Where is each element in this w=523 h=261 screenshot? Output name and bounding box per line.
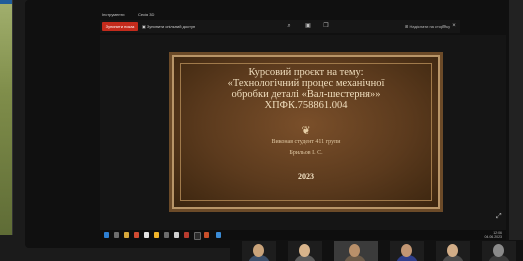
search-icon[interactable]: ⌕ (285, 22, 293, 31)
slide-author-name: Брильов І. С. (289, 150, 323, 156)
avatar (253, 244, 264, 257)
title-item-session[interactable]: Сесія 3D (138, 12, 154, 17)
slide-year: 2023 (298, 172, 314, 181)
right-side-panel (509, 0, 523, 248)
app-icon[interactable] (184, 232, 189, 238)
left-window-edge (0, 0, 13, 235)
copy-icon[interactable]: ❐ (322, 22, 330, 31)
slide-title-line: Курсовий проєкт на тему: (248, 67, 364, 78)
participant-tile[interactable] (482, 241, 516, 261)
app-icon[interactable] (134, 232, 139, 238)
slide-title-line: «Технологічний процес механічної (227, 78, 385, 89)
close-icon[interactable]: × (450, 22, 458, 31)
shared-taskbar: 12:06 04.06.2023 (100, 230, 506, 240)
left-window-titlebar (0, 0, 12, 4)
slide-title: Курсовий проєкт на тему: «Технологічний … (174, 67, 438, 111)
powerpoint-icon[interactable] (204, 232, 209, 238)
share-mode-label: Зупинити спільний доступ (146, 24, 196, 29)
ornament-icon: ❦ (301, 125, 311, 137)
share-toolbar: Зупинити показ ▣ Зупинити спільний досту… (100, 20, 460, 33)
avatar (447, 244, 458, 257)
search-taskbar-icon[interactable] (114, 232, 119, 238)
slide-author-group: Виконав студент 411 групи (271, 139, 341, 145)
minimize-icon[interactable]: – (440, 22, 448, 31)
shared-screen-content: Курсовий проєкт на тему: «Технологічний … (100, 35, 506, 230)
camera-icon[interactable]: ▣ (304, 22, 312, 31)
app-icon[interactable] (216, 232, 221, 238)
clock-date: 04.06.2023 (484, 235, 502, 239)
title-item-tools[interactable]: Інструменти (102, 12, 125, 17)
explorer-icon[interactable] (124, 232, 129, 238)
slide-title-line: обробки деталі «Вал-шестерня»» (231, 89, 381, 100)
expand-icon[interactable]: ⤢ (496, 213, 504, 221)
avatar (349, 244, 360, 257)
participant-tile[interactable] (334, 241, 378, 261)
presentation-slide: Курсовий проєкт на тему: «Технологічний … (172, 55, 440, 209)
app-icon[interactable] (154, 232, 159, 238)
participant-tile[interactable] (242, 241, 276, 261)
participant-tile[interactable] (288, 241, 322, 261)
participant-tile[interactable] (436, 241, 470, 261)
stop-share-button[interactable]: Зупинити показ (102, 22, 138, 31)
avatar (493, 244, 504, 257)
taskbar-clock[interactable]: 12:06 04.06.2023 (484, 231, 502, 239)
avatar (401, 244, 412, 257)
app-icon[interactable] (164, 232, 169, 238)
slide-title-line: ХПФК.758861.004 (264, 100, 348, 111)
share-mode-button[interactable]: ▣ Зупинити спільний доступ (142, 22, 202, 31)
app-icon[interactable] (174, 232, 179, 238)
participant-tile[interactable] (390, 241, 424, 261)
participants-strip (230, 240, 523, 261)
app-icon[interactable] (194, 232, 201, 240)
start-icon[interactable] (104, 232, 109, 238)
avatar (299, 244, 310, 257)
share-title-bar: Інструменти Сесія 3D (100, 10, 460, 19)
app-icon[interactable] (144, 232, 149, 238)
